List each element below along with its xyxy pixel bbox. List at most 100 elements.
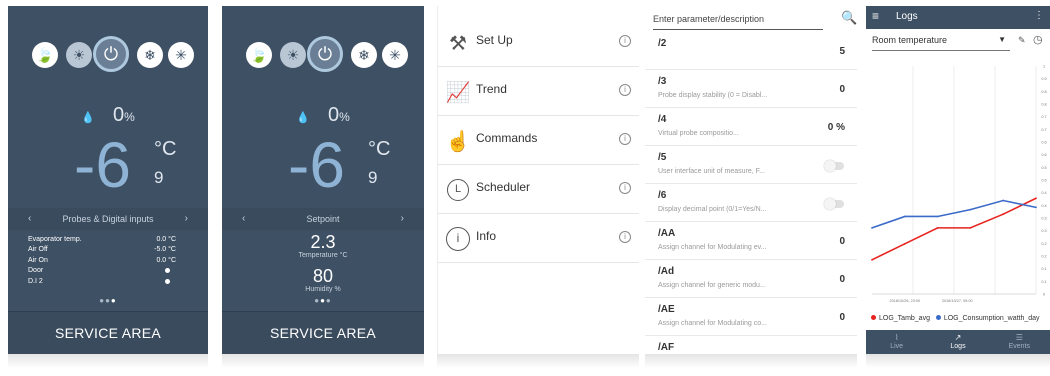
chevron-left-icon[interactable]: ‹: [28, 208, 31, 230]
probe-row: D.I 2: [28, 276, 176, 287]
parameter-name: /3: [658, 76, 667, 87]
menu-item-label: Info: [476, 229, 497, 243]
menu-item-scheduler[interactable]: L Scheduler i: [438, 165, 639, 214]
log-selector[interactable]: Room temperature ▼: [872, 35, 1010, 51]
setpoint-temperature[interactable]: 2.3: [222, 232, 424, 253]
parameter-value[interactable]: 0: [839, 84, 845, 95]
parameter-value[interactable]: 0: [839, 312, 845, 323]
eco-leaf-icon[interactable]: 🍃: [32, 42, 58, 68]
pulse-icon: ⌇: [894, 333, 899, 342]
mode-bar: 🍃 ☀ ⏻ ❄ ✳: [222, 36, 424, 72]
service-area-button[interactable]: SERVICE AREA: [222, 311, 424, 354]
parameter-row[interactable]: /AE Assign channel for Modulating co... …: [645, 300, 857, 336]
clock-icon[interactable]: ◷: [1033, 33, 1043, 46]
y-tick-label: 0.6: [1041, 153, 1046, 157]
parameter-toggle[interactable]: [824, 160, 844, 172]
chevron-right-icon[interactable]: ›: [401, 208, 404, 230]
info-icon[interactable]: i: [619, 35, 631, 47]
parameter-row[interactable]: /3 Probe display stability (0 = Disabl..…: [645, 72, 857, 108]
chart-grid: [872, 66, 1037, 295]
y-tick-label: 0.9: [1041, 77, 1046, 81]
temperature-unit: °C: [154, 138, 177, 160]
info-icon[interactable]: i: [619, 231, 631, 243]
parameter-description: User interface unit of measure, F...: [658, 168, 765, 175]
setpoint-humidity[interactable]: 80: [222, 266, 424, 287]
menu-icon[interactable]: ≡: [872, 9, 879, 23]
defrost-icon[interactable]: ✳: [168, 42, 194, 68]
menu-item-info[interactable]: i Info i: [438, 214, 639, 263]
search-icon[interactable]: 🔍: [841, 10, 857, 26]
parameter-row[interactable]: /Ad Assign channel for generic modu... 0: [645, 262, 857, 298]
chart-legend: LOG_Tamb_avg LOG_Consumption_watth_day: [871, 315, 1040, 322]
parameter-row[interactable]: /4 Virtual probe compositio... 0 %: [645, 110, 857, 146]
parameter-row[interactable]: /6 Display decimal point (0/1=Yes/N...: [645, 186, 857, 222]
parameter-value[interactable]: 0 %: [828, 122, 845, 133]
setpoint-screen: 🍃 ☀ ⏻ ❄ ✳ 💧 0% -6 °C 9 ‹ Setpoint › 2.3 T…: [222, 6, 424, 354]
parameter-toggle[interactable]: [824, 198, 844, 210]
parameter-row[interactable]: /5 User interface unit of measure, F...: [645, 148, 857, 184]
y-tick-label: 0.7: [1041, 128, 1046, 132]
data-point: [871, 258, 873, 261]
panel-shadow: [645, 354, 857, 368]
probe-value: 0.0 °C: [156, 235, 176, 243]
parameter-description: Display decimal point (0/1=Yes/N...: [658, 206, 767, 213]
legend-swatch: [935, 315, 941, 320]
setpoint-humidity-label: Humidity %: [305, 286, 341, 293]
parameter-name: /AA: [658, 228, 676, 239]
tab-logs[interactable]: ↗ Logs: [927, 330, 988, 354]
power-icon[interactable]: ⏻: [93, 36, 129, 72]
app-bar: ≡ Logs ⋮: [866, 6, 1050, 29]
parameter-row[interactable]: /AF: [645, 338, 857, 354]
pencil-icon[interactable]: ✎: [1018, 35, 1026, 46]
menu-item-label: Scheduler: [476, 180, 531, 194]
parameter-row[interactable]: /2 5: [645, 34, 857, 70]
chevron-left-icon[interactable]: ‹: [242, 208, 245, 230]
eco-leaf-icon[interactable]: 🍃: [246, 42, 272, 68]
tools-icon: ⚒: [449, 33, 467, 55]
fan-icon[interactable]: ❄: [137, 42, 163, 68]
logs-screen: ≡ Logs ⋮ Room temperature ▼ ✎ ◷ 1 0.9 0.8 0…: [866, 6, 1050, 354]
chevron-right-icon[interactable]: ›: [185, 208, 188, 230]
sun-icon[interactable]: ☀: [280, 42, 306, 68]
data-point: [1002, 213, 1005, 216]
humidity-readout: 💧 0%: [8, 104, 208, 127]
parameter-value[interactable]: 5: [839, 46, 845, 57]
x-axis-ticks: 2018/10/26, 23:00 2018/10/27, 09:00: [889, 299, 972, 303]
defrost-icon[interactable]: ✳: [382, 42, 408, 68]
parameter-row[interactable]: /AA Assign channel for Modulating ev... …: [645, 224, 857, 260]
parameter-value[interactable]: 0: [839, 274, 845, 285]
parameter-value[interactable]: 0: [839, 236, 845, 247]
probe-value: 0.0 °C: [156, 256, 176, 264]
tab-events[interactable]: ☰ Events: [989, 330, 1050, 354]
menu-item-label: Commands: [476, 131, 538, 145]
x-tick-label: 2018/10/27, 09:00: [942, 299, 973, 303]
more-vert-icon[interactable]: ⋮: [1034, 10, 1044, 21]
y-tick-label: 0.8: [1041, 103, 1046, 107]
menu-item-commands[interactable]: ☝ Commands i: [438, 116, 639, 165]
probe-name: D.I 2: [28, 277, 43, 285]
info-icon[interactable]: i: [619, 133, 631, 145]
panel-shadow: [866, 354, 1050, 368]
data-point: [1002, 199, 1005, 202]
parameter-name: /AF: [658, 342, 675, 353]
section-header: ‹ Probes & Digital inputs ›: [8, 208, 208, 230]
data-point: [969, 208, 972, 211]
status-dot: [165, 268, 170, 274]
info-icon[interactable]: i: [619, 84, 631, 96]
y-tick-label: 0.3: [1041, 229, 1046, 233]
humidity-unit: %: [124, 110, 135, 124]
y-tick-label: 0.3: [1041, 217, 1046, 221]
data-point: [936, 215, 939, 218]
menu-item-label: Trend: [476, 82, 507, 96]
parameter-search-input[interactable]: Enter parameter/description: [653, 12, 823, 30]
fan-icon[interactable]: ❄: [351, 42, 377, 68]
probe-name: Evaporator temp.: [28, 235, 82, 243]
menu-item-trend[interactable]: 📈 Trend i: [438, 67, 639, 116]
sun-icon[interactable]: ☀: [66, 42, 92, 68]
tab-live[interactable]: ⌇ Live: [866, 330, 927, 354]
menu-item-setup[interactable]: ⚒ Set Up i: [438, 18, 639, 67]
tab-label: Live: [890, 343, 904, 350]
info-icon[interactable]: i: [619, 182, 631, 194]
service-area-button[interactable]: SERVICE AREA: [8, 311, 208, 354]
power-icon[interactable]: ⏻: [307, 36, 343, 72]
